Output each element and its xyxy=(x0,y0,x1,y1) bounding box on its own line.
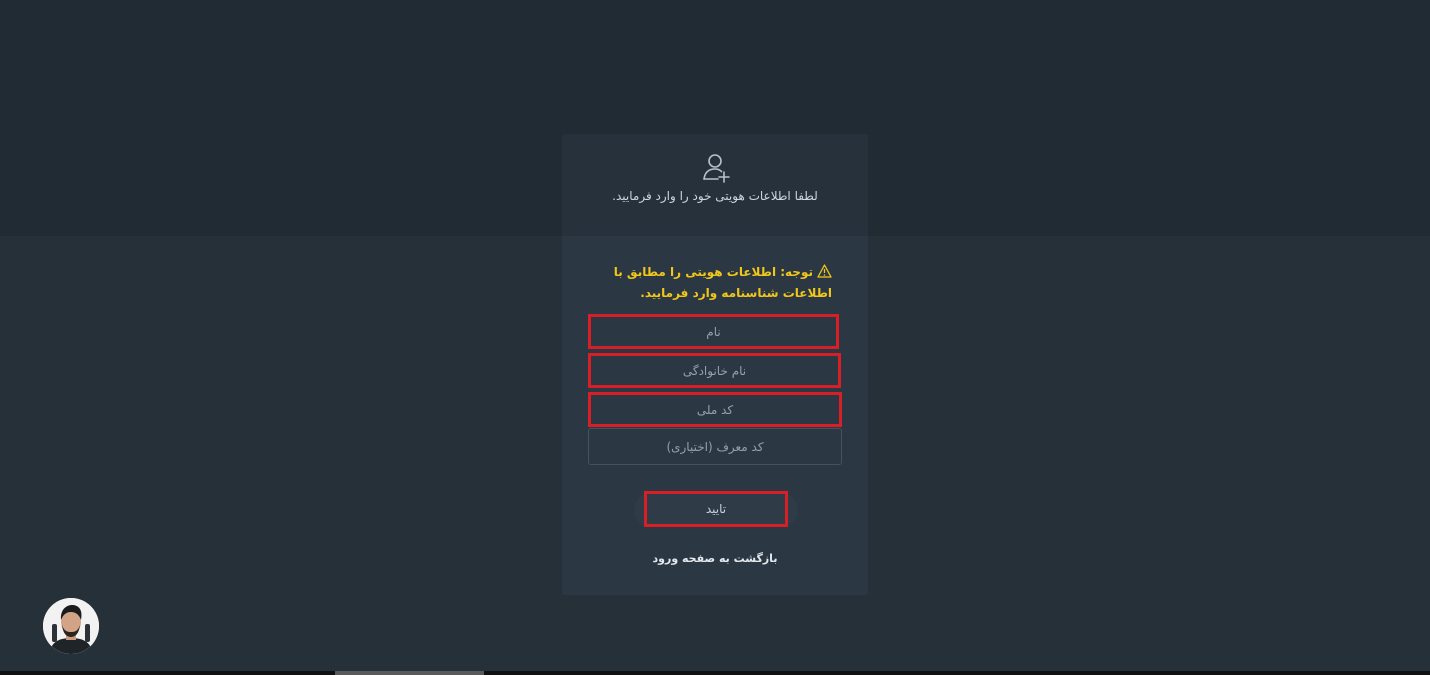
avatar[interactable] xyxy=(43,598,99,654)
last-name-input[interactable] xyxy=(588,353,841,388)
bottom-scrollbar-track[interactable] xyxy=(0,671,1430,675)
warning-message: توجه: اطلاعات هویتی را مطابق با اطلاعات … xyxy=(592,262,832,304)
national-code-input[interactable] xyxy=(588,392,842,427)
card-header: لطفا اطلاعات هویتی خود را وارد فرمایید. xyxy=(562,134,868,236)
warning-text: توجه: اطلاعات هویتی را مطابق با اطلاعات … xyxy=(613,265,832,300)
referral-code-input[interactable] xyxy=(588,428,842,465)
warning-triangle-icon xyxy=(817,264,832,278)
submit-button[interactable]: تایید xyxy=(644,491,788,527)
instruction-text: لطفا اطلاعات هویتی خود را وارد فرمایید. xyxy=(612,189,818,203)
first-name-input[interactable] xyxy=(588,314,839,349)
bottom-scrollbar-thumb[interactable] xyxy=(335,671,484,675)
back-to-login-link[interactable]: بازگشت به صفحه ورود xyxy=(562,552,868,565)
user-plus-icon xyxy=(703,153,731,183)
registration-card: لطفا اطلاعات هویتی خود را وارد فرمایید. … xyxy=(562,134,868,595)
